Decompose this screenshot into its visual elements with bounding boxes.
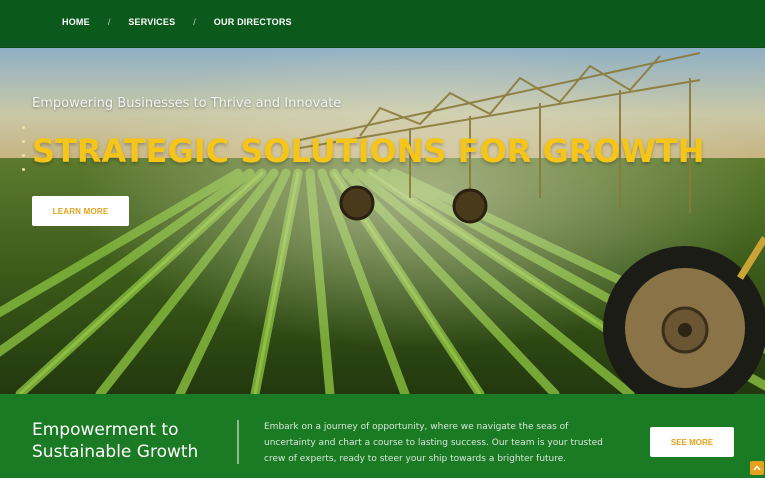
main-menu: HOME / SERVICES / OUR DIRECTORS <box>62 17 292 27</box>
band-heading: Empowerment to Sustainable Growth <box>32 419 232 463</box>
empowerment-band: Empowerment to Sustainable Growth Embark… <box>0 394 765 478</box>
top-navigation: HOME / SERVICES / OUR DIRECTORS <box>0 0 765 48</box>
hero-title: STRATEGIC SOLUTIONS FOR GROWTH <box>32 132 705 170</box>
learn-more-button[interactable]: LEARN MORE <box>32 196 129 226</box>
hero-section: Empowering Businesses to Thrive and Inno… <box>0 48 765 394</box>
scroll-to-top-button[interactable] <box>750 461 764 475</box>
see-more-button[interactable]: SEE MORE <box>650 427 734 457</box>
decorative-dots <box>22 126 25 182</box>
nav-separator: / <box>193 17 196 27</box>
nav-item-our-directors[interactable]: OUR DIRECTORS <box>214 17 292 27</box>
band-heading-line-2: Sustainable Growth <box>32 442 199 462</box>
nav-separator: / <box>107 17 111 27</box>
band-heading-line-1: Empowerment to <box>32 420 179 440</box>
hero-subtitle: Empowering Businesses to Thrive and Inno… <box>32 96 342 111</box>
chevron-up-icon <box>753 465 761 471</box>
nav-item-home[interactable]: HOME <box>62 17 90 27</box>
nav-item-services[interactable]: SERVICES <box>128 17 175 27</box>
vertical-divider <box>237 420 239 464</box>
band-description: Embark on a journey of opportunity, wher… <box>264 422 603 464</box>
